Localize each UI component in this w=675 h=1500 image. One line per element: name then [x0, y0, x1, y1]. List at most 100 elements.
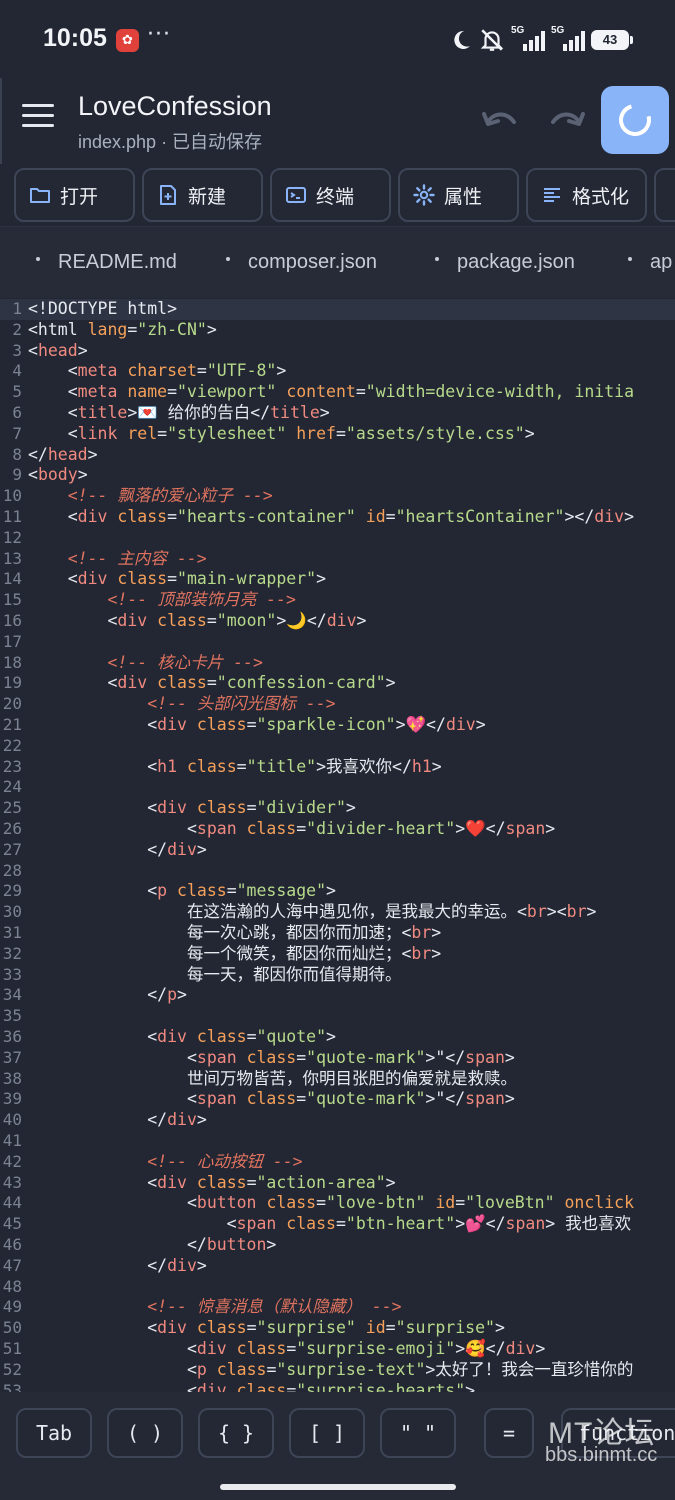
code-line[interactable]: 52 <p class="surprise-text">太好了！我会一直珍惜你的 [0, 1360, 675, 1381]
file-tab[interactable]: composer.json [226, 251, 377, 274]
code-text: <!-- 头部闪光图标 --> [28, 694, 336, 714]
code-line[interactable]: 26 <span class="divider-heart">❤️</span> [0, 819, 675, 840]
code-line[interactable]: 13 <!-- 主内容 --> [0, 549, 675, 570]
code-line[interactable]: 1 <!DOCTYPE html> [0, 299, 675, 320]
code-line[interactable]: 8 </head> [0, 445, 675, 466]
line-number: 18 [2, 652, 22, 672]
code-line[interactable]: 22 [0, 736, 675, 757]
code-line[interactable]: 17 [0, 632, 675, 653]
code-line[interactable]: 2 <html lang="zh-CN"> [0, 320, 675, 341]
code-line[interactable]: 50 <div class="surprise" id="surprise"> [0, 1318, 675, 1339]
code-line[interactable]: 42 <!-- 心动按钮 --> [0, 1152, 675, 1173]
code-line[interactable]: 7 <link rel="stylesheet" href="assets/st… [0, 424, 675, 445]
code-line[interactable]: 51 <div class="surprise-emoji">🥰</div> [0, 1339, 675, 1360]
open-button[interactable]: 打开 [14, 168, 135, 222]
code-text: </div> [28, 839, 207, 859]
code-line[interactable]: 23 <h1 class="title">我喜欢你</h1> [0, 757, 675, 778]
format-label: 格式化 [572, 186, 630, 208]
equals-key[interactable]: = [484, 1408, 534, 1458]
code-line[interactable]: 36 <div class="quote"> [0, 1027, 675, 1048]
braces-key[interactable]: { } [198, 1408, 274, 1458]
code-line[interactable]: 4 <meta charset="UTF-8"> [0, 361, 675, 382]
format-icon [544, 188, 560, 202]
code-text: <!-- 飘落的爱心粒子 --> [28, 486, 273, 506]
code-text: 世间万物皆苦，你明目张胆的偏爱就是救赎。 [28, 1068, 517, 1088]
code-line[interactable]: 46 </button> [0, 1235, 675, 1256]
redo-icon[interactable] [547, 102, 587, 138]
open-label: 打开 [60, 186, 99, 208]
code-line[interactable]: 48 [0, 1277, 675, 1298]
code-line[interactable]: 20 <!-- 头部闪光图标 --> [0, 694, 675, 715]
code-editor[interactable]: 1 <!DOCTYPE html> 2 <html lang="zh-CN"> 3 <he… [0, 298, 675, 1392]
properties-button[interactable]: 属性 [398, 168, 519, 222]
line-number: 3 [12, 340, 22, 360]
code-line[interactable]: 16 <div class="moon">🌙</div> [0, 611, 675, 632]
code-line[interactable]: 9 <body> [0, 465, 675, 486]
terminal-button[interactable]: 终端 [270, 168, 391, 222]
code-line[interactable]: 43 <div class="action-area"> [0, 1173, 675, 1194]
code-line[interactable]: 44 <button class="love-btn" id="loveBtn"… [0, 1193, 675, 1214]
parentheses-key[interactable]: ( ) [107, 1408, 183, 1458]
code-line[interactable]: 32 每一个微笑，都因你而灿烂；<br> [0, 944, 675, 965]
signal-icon: 5G [551, 25, 585, 51]
code-line[interactable]: 49 <!-- 惊喜消息（默认隐藏） --> [0, 1297, 675, 1318]
code-line[interactable]: 6 <title>💌 给你的告白</title> [0, 403, 675, 424]
line-number: 46 [2, 1235, 22, 1254]
code-line[interactable]: 27 </div> [0, 840, 675, 861]
signal-icon: 5G [511, 25, 545, 51]
code-text: <!-- 核心卡片 --> [28, 652, 263, 672]
code-line[interactable]: 45 <span class="btn-heart">💕</span> 我也喜欢 [0, 1214, 675, 1235]
tab-key[interactable]: Tab [16, 1408, 92, 1458]
file-tab[interactable]: package.json [435, 251, 575, 274]
code-line[interactable]: 41 [0, 1131, 675, 1152]
code-line[interactable]: 12 [0, 528, 675, 549]
code-line[interactable]: 11 <div class="hearts-container" id="hea… [0, 507, 675, 528]
quotes-key[interactable]: " " [380, 1408, 456, 1458]
run-button[interactable] [601, 86, 669, 154]
code-line[interactable]: 29 <p class="message"> [0, 881, 675, 902]
code-line[interactable]: 30 在这浩瀚的人海中遇见你，是我最大的幸运。<br><br> [0, 902, 675, 923]
code-line[interactable]: 3 <head> [0, 341, 675, 362]
code-text: <div class="surprise-emoji">🥰</div> [28, 1339, 546, 1358]
code-line[interactable]: 53 <div class="surprise-hearts"> [0, 1381, 675, 1392]
code-text: <html lang="zh-CN"> [28, 319, 217, 339]
line-number: 39 [2, 1089, 22, 1109]
code-line[interactable]: 40 </div> [0, 1110, 675, 1131]
code-text: </p> [28, 985, 187, 1005]
code-text: <div class="main-wrapper"> [28, 569, 327, 589]
new-file-button[interactable]: 新建 [142, 168, 263, 222]
brackets-key[interactable]: [ ] [289, 1408, 365, 1458]
home-indicator[interactable] [220, 1484, 456, 1490]
code-line[interactable]: 34 </p> [0, 985, 675, 1006]
line-number: 38 [2, 1068, 22, 1088]
code-line[interactable]: 18 <!-- 核心卡片 --> [0, 653, 675, 674]
code-line[interactable]: 35 [0, 1006, 675, 1027]
code-line[interactable]: 5 <meta name="viewport" content="width=d… [0, 382, 675, 403]
file-tab[interactable]: README.md [36, 251, 177, 274]
code-line[interactable]: 37 <span class="quote-mark">"</span> [0, 1048, 675, 1069]
code-line[interactable]: 24 [0, 777, 675, 798]
code-line[interactable]: 47 </div> [0, 1256, 675, 1277]
more-toolbar-button[interactable] [654, 168, 675, 222]
line-number: 31 [2, 923, 22, 942]
folder-icon [30, 188, 50, 203]
line-number: 47 [2, 1255, 22, 1275]
code-line[interactable]: 31 每一次心跳，都因你而加速；<br> [0, 923, 675, 944]
code-line[interactable]: 19 <div class="confession-card"> [0, 673, 675, 694]
code-line[interactable]: 39 <span class="quote-mark">"</span> [0, 1089, 675, 1110]
code-line[interactable]: 10 <!-- 飘落的爱心粒子 --> [0, 486, 675, 507]
undo-icon[interactable] [480, 102, 520, 138]
code-text: <div class="surprise" id="surprise"> [28, 1318, 505, 1338]
code-line[interactable]: 25 <div class="divider"> [0, 798, 675, 819]
code-line[interactable]: 21 <div class="sparkle-icon">💖</div> [0, 715, 675, 736]
menu-icon[interactable] [22, 104, 56, 138]
code-line[interactable]: 14 <div class="main-wrapper"> [0, 569, 675, 590]
line-number: 40 [2, 1110, 22, 1130]
code-line[interactable]: 38 世间万物皆苦，你明目张胆的偏爱就是救赎。 [0, 1069, 675, 1090]
line-number: 4 [12, 361, 22, 381]
file-tab[interactable]: ap [628, 251, 672, 274]
code-line[interactable]: 15 <!-- 顶部装饰月亮 --> [0, 590, 675, 611]
code-line[interactable]: 33 每一天，都因你而值得期待。 [0, 965, 675, 986]
format-button[interactable]: 格式化 [526, 168, 647, 222]
code-line[interactable]: 28 [0, 861, 675, 882]
